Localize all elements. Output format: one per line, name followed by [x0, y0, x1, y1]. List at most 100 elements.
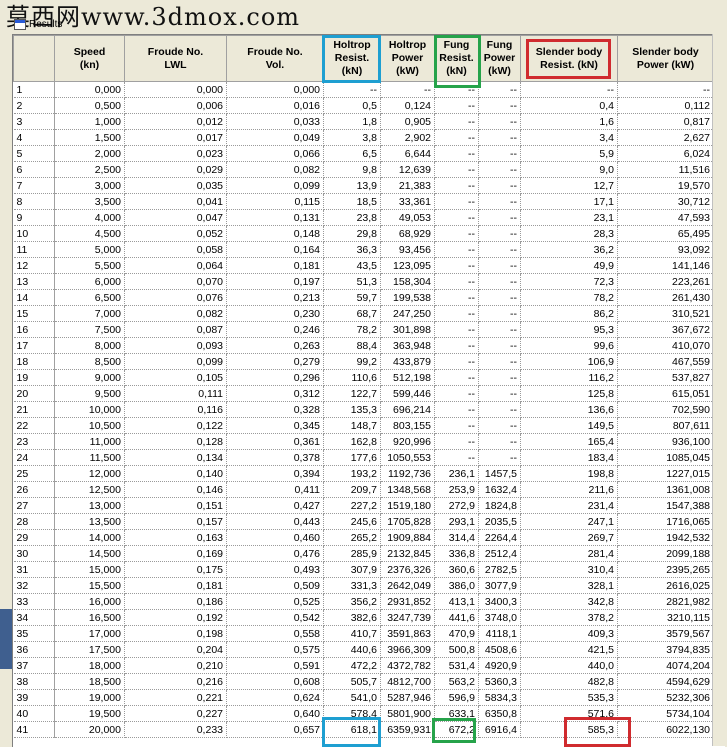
cell-hp[interactable]: 1348,568 [380, 481, 435, 498]
cell-hp[interactable]: -- [380, 81, 435, 98]
table-row[interactable]: 10 4,500 0,052 0,148 29,8 68,929 -- -- 28,3 65,49… [13, 225, 714, 242]
cell-sr[interactable]: 149,5 [520, 417, 618, 434]
cell-fn_vol[interactable]: 0,016 [226, 97, 324, 114]
cell-sp[interactable]: 19,570 [617, 177, 714, 194]
cell-fn_lwl[interactable]: 0,064 [124, 257, 227, 274]
cell-speed[interactable]: 8,500 [54, 353, 125, 370]
cell-fn_lwl[interactable]: 0,210 [124, 657, 227, 674]
cell-hr[interactable]: 209,7 [323, 481, 381, 498]
cell-fn_vol[interactable]: 0,066 [226, 145, 324, 162]
cell-sr[interactable]: 342,8 [520, 593, 618, 610]
table-row[interactable]: 8 3,500 0,041 0,115 18,5 33,361 -- -- 17,1 30,712 [13, 193, 714, 210]
cell-fn_lwl[interactable]: 0,122 [124, 417, 227, 434]
cell-hr[interactable]: 110,6 [323, 369, 381, 386]
cell-fn_lwl[interactable]: 0,099 [124, 353, 227, 370]
cell-fp[interactable]: 1824,8 [478, 497, 521, 514]
cell-fr[interactable]: 336,8 [434, 545, 479, 562]
table-row[interactable]: 31 15,000 0,175 0,493 307,9 2376,326 360,6 2782… [13, 561, 714, 578]
cell-fn_vol[interactable]: 0,263 [226, 337, 324, 354]
cell-sr[interactable]: 211,6 [520, 481, 618, 498]
cell-fr[interactable]: -- [434, 417, 479, 434]
cell-hp[interactable]: 199,538 [380, 289, 435, 306]
cell-fn_lwl[interactable]: 0,082 [124, 305, 227, 322]
cell-hr[interactable]: 578,4 [323, 705, 381, 722]
table-row[interactable]: 14 6,500 0,076 0,213 59,7 199,538 -- -- 78,2 261,… [13, 289, 714, 306]
cell-sp[interactable]: 1942,532 [617, 529, 714, 546]
cell-fn_vol[interactable]: 0,575 [226, 641, 324, 658]
cell-hr[interactable]: 356,2 [323, 593, 381, 610]
cell-hp[interactable]: 433,879 [380, 353, 435, 370]
cell-speed[interactable]: 14,000 [54, 529, 125, 546]
cell-hr[interactable]: 618,1 [323, 721, 381, 738]
cell-speed[interactable]: 5,000 [54, 241, 125, 258]
cell-hp[interactable]: 5287,946 [380, 689, 435, 706]
cell-fn_vol[interactable]: 0,509 [226, 577, 324, 594]
cell-hp[interactable]: 301,898 [380, 321, 435, 338]
table-row[interactable]: 28 13,500 0,157 0,443 245,6 1705,828 293,1 2035… [13, 513, 714, 530]
cell-fn_lwl[interactable]: 0,006 [124, 97, 227, 114]
cell-hp[interactable]: 158,304 [380, 273, 435, 290]
cell-fn_vol[interactable]: 0,640 [226, 705, 324, 722]
cell-sp[interactable]: 261,430 [617, 289, 714, 306]
cell-fr[interactable]: -- [434, 177, 479, 194]
cell-sr[interactable]: 3,4 [520, 129, 618, 146]
cell-sp[interactable]: 410,070 [617, 337, 714, 354]
cell-hp[interactable]: 3247,739 [380, 609, 435, 626]
cell-fn_lwl[interactable]: 0,198 [124, 625, 227, 642]
cell-speed[interactable]: 9,500 [54, 385, 125, 402]
cell-hp[interactable]: 21,383 [380, 177, 435, 194]
cell-fn_lwl[interactable]: 0,070 [124, 273, 227, 290]
cell-hp[interactable]: 4372,782 [380, 657, 435, 674]
cell-sp[interactable]: 223,261 [617, 273, 714, 290]
cell-sr[interactable]: 23,1 [520, 209, 618, 226]
cell-sp[interactable]: 3210,115 [617, 609, 714, 626]
cell-fn_vol[interactable]: 0,279 [226, 353, 324, 370]
cell-fp[interactable]: -- [478, 161, 521, 178]
cell-fr[interactable]: 672,2 [434, 721, 479, 738]
cell-fn_lwl[interactable]: 0,221 [124, 689, 227, 706]
cell-fp[interactable]: 2512,4 [478, 545, 521, 562]
cell-fn_vol[interactable]: 0,443 [226, 513, 324, 530]
cell-fr[interactable]: -- [434, 337, 479, 354]
cell-sr[interactable]: 136,6 [520, 401, 618, 418]
table-row[interactable]: 26 12,500 0,146 0,411 209,7 1348,568 253,9 1632… [13, 481, 714, 498]
cell-hr[interactable]: 440,6 [323, 641, 381, 658]
cell-fp[interactable]: 5360,3 [478, 673, 521, 690]
table-row[interactable]: 30 14,500 0,169 0,476 285,9 2132,845 336,8 2512… [13, 545, 714, 562]
cell-fr[interactable]: -- [434, 97, 479, 114]
table-row[interactable]: 24 11,500 0,134 0,378 177,6 1050,553 -- -- 183,4… [13, 449, 714, 466]
cell-fn_lwl[interactable]: 0,128 [124, 433, 227, 450]
cell-fr[interactable]: -- [434, 193, 479, 210]
cell-sr[interactable]: 482,8 [520, 673, 618, 690]
cell-sp[interactable]: -- [617, 81, 714, 98]
cell-sp[interactable]: 807,611 [617, 417, 714, 434]
cell-hp[interactable]: 1705,828 [380, 513, 435, 530]
cell-fn_vol[interactable]: 0,328 [226, 401, 324, 418]
cell-sp[interactable]: 2,627 [617, 129, 714, 146]
cell-hp[interactable]: 599,446 [380, 385, 435, 402]
column-header-hr[interactable]: Holtrop Resist. (kN) [323, 35, 381, 82]
cell-sr[interactable]: 281,4 [520, 545, 618, 562]
cell-hr[interactable]: 36,3 [323, 241, 381, 258]
cell-sp[interactable]: 0,112 [617, 97, 714, 114]
cell-hp[interactable]: 1909,884 [380, 529, 435, 546]
cell-fn_vol[interactable]: 0,197 [226, 273, 324, 290]
cell-sp[interactable]: 3794,835 [617, 641, 714, 658]
table-row[interactable]: 33 16,000 0,186 0,525 356,2 2931,852 413,1 3400… [13, 593, 714, 610]
cell-fr[interactable]: 633,1 [434, 705, 479, 722]
cell-speed[interactable]: 15,000 [54, 561, 125, 578]
cell-sp[interactable]: 11,516 [617, 161, 714, 178]
cell-sr[interactable]: 183,4 [520, 449, 618, 466]
cell-fr[interactable]: -- [434, 161, 479, 178]
table-row[interactable]: 39 19,000 0,221 0,624 541,0 5287,946 596,9 5834… [13, 689, 714, 706]
cell-fr[interactable]: 500,8 [434, 641, 479, 658]
cell-fr[interactable]: -- [434, 353, 479, 370]
cell-sr[interactable]: 49,9 [520, 257, 618, 274]
cell-sr[interactable]: 0,4 [520, 97, 618, 114]
cell-hr[interactable]: 265,2 [323, 529, 381, 546]
cell-sp[interactable]: 65,495 [617, 225, 714, 242]
cell-fr[interactable]: 596,9 [434, 689, 479, 706]
cell-sp[interactable]: 615,051 [617, 385, 714, 402]
cell-fr[interactable]: -- [434, 129, 479, 146]
cell-fr[interactable]: -- [434, 369, 479, 386]
